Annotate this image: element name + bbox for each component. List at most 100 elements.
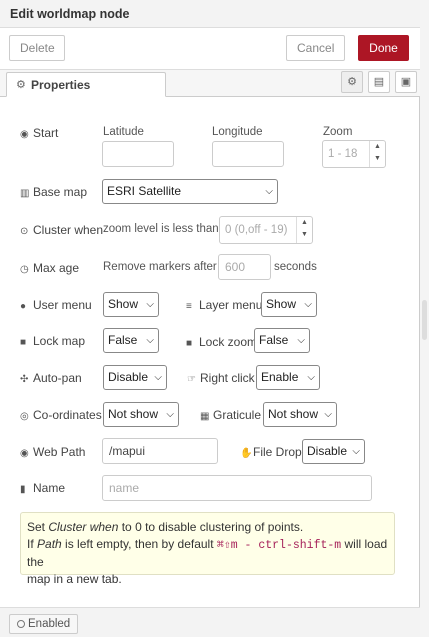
chevron-down-icon: ⌵: [166, 409, 174, 420]
pointer-icon: ☞: [187, 374, 196, 385]
globe-icon: ◉: [20, 129, 29, 140]
crosshair-icon: ◎: [20, 411, 29, 422]
file-icon: ▮: [20, 484, 26, 495]
rightclick-label: ☞ Right click: [187, 371, 255, 385]
name-input[interactable]: name: [102, 475, 372, 501]
lockmap-value: False: [108, 333, 138, 347]
note-emphasis: Path: [37, 537, 62, 551]
globe-icon: ◉: [20, 448, 29, 459]
spinner-arrows-icon[interactable]: ▲ ▼: [296, 217, 312, 243]
help-note: Set Cluster when to 0 to disable cluster…: [20, 512, 395, 586]
note-text: is left empty, then by default: [61, 537, 217, 551]
graticule-value: Not show: [268, 407, 319, 421]
name-label: ▮ Name: [20, 481, 66, 495]
chevron-down-icon: ⌵: [265, 186, 273, 197]
target-icon: ⊙: [20, 226, 29, 237]
maxage-placeholder: 600: [225, 260, 246, 274]
tab-properties-label: Properties: [31, 78, 91, 92]
maxage-unit: seconds: [274, 261, 317, 273]
layermenu-value: Show: [266, 297, 297, 311]
filedrop-label: ✋File Drop: [240, 445, 302, 459]
coordinates-select[interactable]: Not show ⌵: [103, 402, 179, 427]
maxage-label: ◷ Max age: [20, 261, 80, 275]
chevron-down-icon: ⌵: [304, 299, 312, 310]
layermenu-select[interactable]: Show ⌵: [261, 292, 317, 317]
gear-icon: ⚙: [16, 79, 26, 91]
usermenu-label: ● User menu: [20, 298, 92, 312]
longitude-label: Longitude: [212, 126, 263, 138]
settings-tab-icon[interactable]: ⚙: [341, 71, 363, 93]
note-shortcut: ⌘⇧m - ctrl-shift-m: [216, 539, 342, 552]
usermenu-value: Show: [108, 297, 139, 311]
grid-icon: ▦: [200, 411, 210, 422]
lock-icon: ■: [186, 338, 193, 349]
lockzoom-label: ■ Lock zoom: [186, 335, 258, 349]
rightclick-select[interactable]: Enable ⌵: [256, 365, 320, 390]
zoom-spinner[interactable]: 1 - 18 ▲ ▼: [322, 140, 386, 168]
cluster-text: zoom level is less than: [103, 223, 219, 235]
scrollbar[interactable]: [420, 0, 429, 637]
bars-icon: ≡: [186, 301, 192, 312]
latitude-label: Latitude: [103, 126, 144, 138]
tab-properties[interactable]: ⚙ Properties: [6, 72, 166, 97]
zoom-label: Zoom: [323, 126, 353, 138]
graticule-select[interactable]: Not show ⌵: [263, 402, 337, 427]
start-label: ◉ Start: [20, 126, 59, 140]
basemap-value: ESRI Satellite: [107, 184, 182, 198]
lock-icon: ■: [20, 337, 27, 348]
cluster-placeholder: 0 (0,off - 19): [225, 224, 288, 236]
lockzoom-select[interactable]: False ⌵: [254, 328, 310, 353]
scrollbar-thumb[interactable]: [422, 300, 427, 340]
lockmap-label: ■ Lock map: [20, 334, 86, 348]
note-text: to 0 to disable clustering of points.: [118, 520, 304, 534]
enabled-label: Enabled: [28, 618, 71, 630]
enabled-toggle[interactable]: Enabled: [9, 614, 79, 634]
longitude-input[interactable]: [212, 141, 284, 167]
lockmap-select[interactable]: False ⌵: [103, 328, 159, 353]
circle-icon: [17, 620, 25, 628]
chevron-down-icon: ⌵: [154, 372, 162, 383]
arrows-expand-icon: ✣: [20, 374, 29, 385]
spinner-arrows-icon[interactable]: ▲ ▼: [369, 141, 385, 167]
chevron-down-icon: ⌵: [297, 335, 305, 346]
tab-bar: ⚙ Properties ⚙ ▤ ▣: [0, 70, 420, 97]
chevron-down-icon: ⌵: [146, 299, 154, 310]
dialog-footer: Enabled: [0, 607, 420, 637]
webpath-label: ◉ Web Path: [20, 445, 86, 459]
graticule-label: ▦ Graticule: [200, 408, 262, 422]
latitude-input[interactable]: [102, 141, 174, 167]
webpath-input[interactable]: /mapui: [102, 438, 218, 464]
maxage-input[interactable]: 600: [218, 254, 271, 280]
cancel-button[interactable]: Cancel: [286, 35, 345, 61]
map-icon: ▥: [20, 188, 30, 199]
basemap-label: ▥ Base map: [20, 185, 88, 199]
done-button[interactable]: Done: [358, 35, 409, 61]
zoom-placeholder: 1 - 18: [328, 148, 358, 160]
rightclick-value: Enable: [261, 370, 299, 384]
chevron-down-icon: ⌵: [352, 446, 360, 457]
autopan-value: Disable: [108, 370, 149, 384]
name-placeholder: name: [109, 481, 140, 495]
cluster-label: ⊙ Cluster when: [20, 223, 104, 237]
note-emphasis: Cluster when: [48, 520, 119, 534]
description-tab-icon[interactable]: ▤: [368, 71, 390, 93]
clock-icon: ◷: [20, 264, 29, 275]
filedrop-value: Disable: [307, 444, 348, 458]
dialog-header: Edit worldmap node: [0, 0, 420, 28]
user-icon: ●: [20, 301, 27, 312]
chevron-down-icon: ⌵: [324, 409, 332, 420]
autopan-label: ✣ Auto-pan: [20, 371, 82, 385]
lockzoom-value: False: [259, 333, 289, 347]
filedrop-select[interactable]: Disable ⌵: [302, 439, 365, 464]
note-text: map in a new tab.: [27, 572, 122, 586]
edit-node-dialog: Edit worldmap node Delete Cancel Done ⚙ …: [0, 0, 420, 637]
note-text: Set: [27, 520, 49, 534]
appearance-tab-icon[interactable]: ▣: [395, 71, 417, 93]
basemap-select[interactable]: ESRI Satellite ⌵: [102, 179, 278, 204]
maxage-text: Remove markers after: [103, 261, 217, 273]
cluster-spinner[interactable]: 0 (0,off - 19) ▲ ▼: [219, 216, 313, 244]
chevron-down-icon: ⌵: [307, 372, 315, 383]
delete-button[interactable]: Delete: [9, 35, 65, 61]
usermenu-select[interactable]: Show ⌵: [103, 292, 159, 317]
autopan-select[interactable]: Disable ⌵: [103, 365, 167, 390]
